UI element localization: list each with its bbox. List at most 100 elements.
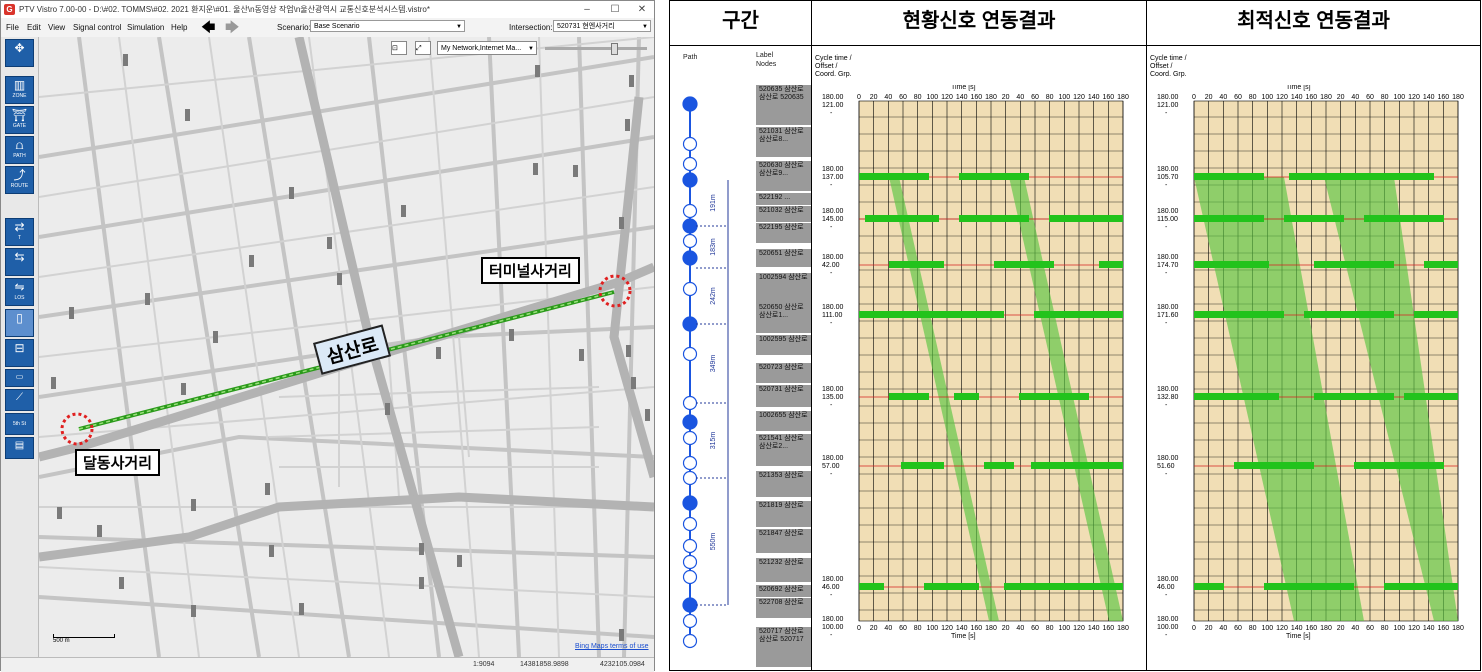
cycle-time-label: 180.00 — [1157, 254, 1179, 261]
signal-green-bar — [1404, 393, 1458, 400]
time-axis-label: Time [s] — [951, 85, 976, 91]
minimize-icon[interactable]: – — [573, 2, 601, 17]
path-node — [682, 569, 698, 585]
tick-label: 120 — [1408, 625, 1420, 632]
tick-label: 40 — [1016, 625, 1024, 632]
tick-label: 80 — [914, 625, 922, 632]
fullextent-button[interactable]: ⤢ — [415, 41, 431, 55]
node-label: 522195 삼산로 — [756, 223, 811, 243]
menu-edit[interactable]: Edit — [27, 23, 41, 32]
node-label: 520692 삼산로 — [756, 585, 811, 597]
los-button[interactable]: ⇋ LOS — [5, 278, 34, 306]
signal-green-bar — [1234, 462, 1314, 469]
menu-signal-control[interactable]: Signal control — [73, 23, 121, 32]
timing-button[interactable]: ⊟ — [5, 339, 34, 367]
tick-label: 120 — [1073, 94, 1085, 101]
signal-green-bar — [1424, 261, 1458, 268]
signal-green-bar — [1031, 462, 1123, 469]
path-node — [682, 136, 698, 152]
tick-label: 160 — [1102, 625, 1114, 632]
zoom-box-button[interactable]: ⊡ — [391, 41, 407, 55]
signal-button[interactable]: ▯ — [5, 309, 34, 337]
report-button[interactable]: ▤ — [5, 437, 34, 459]
signal-green-bar — [994, 261, 1054, 268]
network-map[interactable]: ⊡ ⤢ My Network,Internet Ma... ▼ 터미널사거리 삼산… — [39, 37, 654, 657]
route-button[interactable]: ⤴ ROUTE — [5, 166, 34, 194]
coord-group-label: - — [1165, 224, 1168, 231]
daldong-marker — [60, 412, 94, 446]
zoom-slider-handle[interactable] — [611, 43, 618, 55]
cycle-time-label: 180.00 — [1157, 304, 1179, 311]
scenario-label: Scenario: — [277, 23, 311, 32]
coord-group-label: - — [1165, 592, 1168, 599]
arrows-icon: ⇋ — [14, 280, 25, 294]
label-header: Label — [756, 52, 774, 59]
signal-green-bar — [1099, 261, 1123, 268]
tick-label: 140 — [1291, 94, 1303, 101]
intersection-select[interactable]: 520731 현엔사거리 ▼ — [553, 20, 651, 32]
cycle-time-label: 180.00 — [822, 94, 844, 101]
zoom-slider[interactable] — [545, 47, 647, 50]
diagram-header-optimal: Cycle time / Offset / Coord. Grp. — [1150, 55, 1187, 78]
tick-label: 0 — [857, 94, 861, 101]
close-icon[interactable]: ✕ — [628, 2, 656, 17]
cycle-time-label: 180.00 — [1157, 386, 1179, 393]
lane-button[interactable]: ⟋ — [5, 389, 34, 411]
zone-button[interactable]: ▥ ZONE — [5, 76, 34, 104]
segment-distance-label: 550m — [710, 533, 717, 551]
time-axis-label: Time [s] — [1286, 85, 1311, 91]
path-node — [682, 470, 698, 486]
signal-green-bar — [1314, 261, 1394, 268]
tick-label: 160 — [1437, 94, 1449, 101]
signal-green-bar — [1284, 215, 1344, 222]
cycle-time-label: 180.00 — [822, 386, 844, 393]
signal-green-bar — [859, 311, 939, 318]
maximize-icon[interactable]: ☐ — [601, 2, 629, 17]
menu-simulation[interactable]: Simulation — [127, 23, 164, 32]
path-node — [682, 516, 698, 532]
forward-arrow-icon[interactable]: 🡆 — [225, 20, 239, 34]
building-icon: ▥ — [13, 78, 26, 92]
nav-tool-button[interactable]: ✥ — [5, 39, 34, 67]
offset-label: 145.00 — [822, 216, 844, 223]
menu-help[interactable]: Help — [171, 23, 187, 32]
back-arrow-icon[interactable]: 🡄 — [201, 20, 215, 34]
map-layer-select[interactable]: My Network,Internet Ma... ▼ — [437, 41, 537, 55]
cycle-time-label: 180.00 — [822, 166, 844, 173]
tick-label: 100 — [1393, 625, 1405, 632]
tick-label: 80 — [1249, 625, 1257, 632]
signal-green-bar — [865, 215, 939, 222]
path-icon: ⩍ — [15, 138, 24, 152]
tick-label: 20 — [1337, 94, 1345, 101]
signal-green-bar — [889, 393, 929, 400]
tick-label: 20 — [1337, 625, 1345, 632]
col-header-current: 현황신호 연동결과 — [812, 1, 1146, 46]
tick-label: 180 — [1452, 625, 1464, 632]
nodes-header: Nodes — [756, 61, 777, 68]
tick-label: 120 — [1276, 94, 1288, 101]
path-node — [682, 233, 698, 249]
coord-group-label: - — [830, 224, 833, 231]
title-bar: G PTV Vistro 7.00-00 - D:\#02. TOMMS\#02… — [1, 1, 654, 18]
coord-group-label: - — [830, 402, 833, 409]
phase-button[interactable]: ▭ — [5, 369, 34, 387]
signal-green-bar — [889, 261, 944, 268]
signal-green-bar — [1019, 393, 1089, 400]
turn-volume-button[interactable]: ⇆ — [5, 248, 34, 276]
menu-view[interactable]: View — [48, 23, 65, 32]
turn-t-button[interactable]: ⇄ T — [5, 218, 34, 246]
cycle-time-label: 180.00 — [1157, 455, 1179, 462]
tick-label: 180 — [985, 625, 997, 632]
tick-label: 40 — [1016, 94, 1024, 101]
signal-green-bar — [939, 311, 1004, 318]
gate-icon: ⛩ — [11, 108, 28, 122]
street-button[interactable]: 5th St — [5, 413, 34, 435]
gate-button[interactable]: ⛩ GATE — [5, 106, 34, 134]
status-bar: 1:9094 14381858.9898 4232105.0984 — [1, 657, 654, 672]
menu-file[interactable]: File — [6, 23, 19, 32]
path-button[interactable]: ⩍ PATH — [5, 136, 34, 164]
bing-terms-link[interactable]: Bing Maps terms of use — [575, 643, 649, 650]
scenario-select[interactable]: Base Scenario ▼ — [310, 20, 465, 32]
offset-label: 42.00 — [822, 262, 840, 269]
tick-label: 20 — [870, 625, 878, 632]
